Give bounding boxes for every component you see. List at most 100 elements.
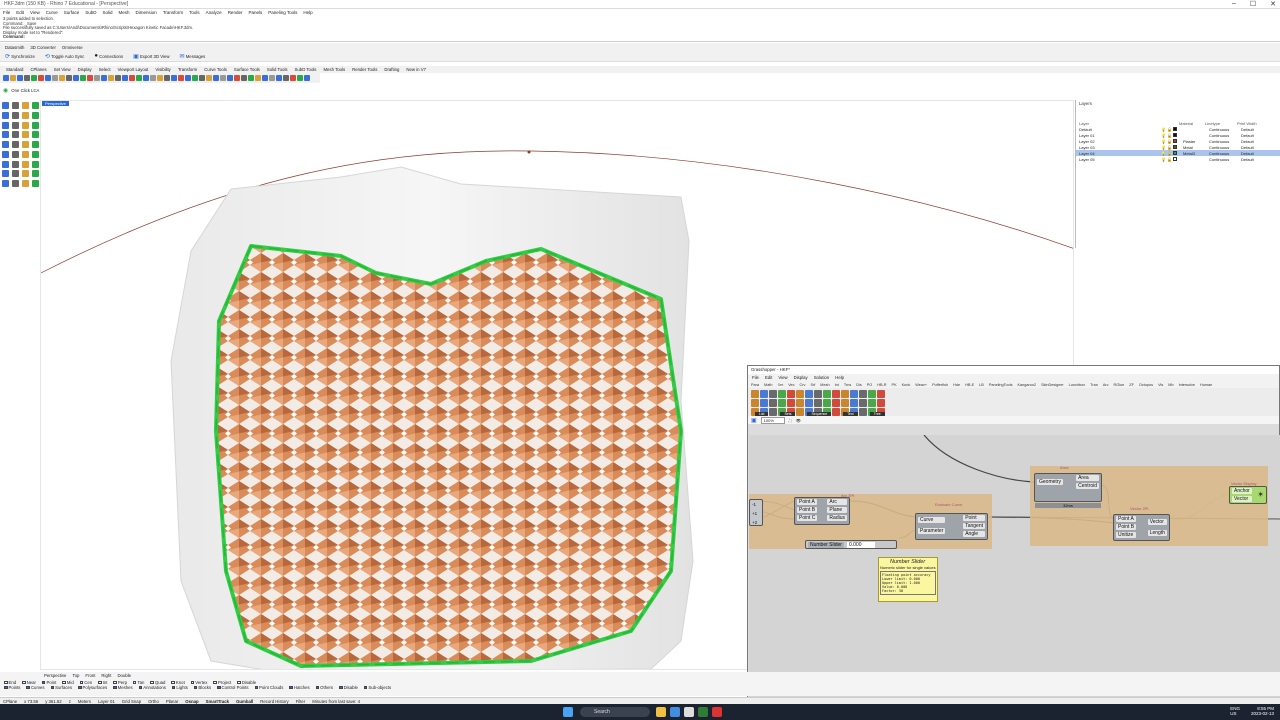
view-tab-top[interactable]: Top — [72, 673, 79, 678]
tab-visibility[interactable]: Visibility — [155, 67, 170, 72]
layer-color-swatch[interactable] — [1173, 151, 1177, 155]
filter-checkbox[interactable]: Hatches — [289, 685, 310, 690]
filter-checkbox[interactable]: Points — [4, 685, 20, 690]
gh-tab[interactable]: Human — [1200, 383, 1212, 387]
output-tangent[interactable]: Tangent — [963, 523, 985, 529]
minimize-icon[interactable]: – — [1232, 0, 1236, 8]
gh-component-icon[interactable] — [805, 390, 813, 398]
gh-tab[interactable]: Srf — [810, 383, 815, 387]
gh-tab[interactable]: LB — [979, 383, 984, 387]
status-item[interactable]: Osnap — [185, 699, 198, 704]
gh-tab[interactable]: Tran — [1090, 383, 1098, 387]
left-tool-icon[interactable] — [12, 180, 19, 188]
toolbar-tool-icon[interactable] — [17, 75, 23, 81]
gh-component-icon[interactable] — [769, 390, 777, 398]
input-point-c[interactable]: Point C — [797, 515, 818, 521]
menu-render[interactable]: Render — [228, 10, 243, 15]
status-item[interactable]: Filter — [296, 699, 306, 704]
toolbar-tool-icon[interactable] — [66, 75, 72, 81]
gh-component-icon[interactable] — [787, 399, 795, 407]
filter-checkbox[interactable]: Control Points — [217, 685, 249, 690]
toolbar-tool-icon[interactable] — [122, 75, 128, 81]
tab-viewport-layout[interactable]: Viewport Layout — [118, 67, 149, 72]
left-tool-icon[interactable] — [2, 141, 9, 149]
gh-component-icon[interactable] — [796, 399, 804, 407]
status-item[interactable]: Grid Snap — [122, 699, 141, 704]
tab-curve-tools[interactable]: Curve Tools — [204, 67, 227, 72]
tab-render-tools[interactable]: Render Tools — [352, 67, 377, 72]
gh-component-icon[interactable] — [751, 399, 759, 407]
gh-component-icon[interactable] — [778, 399, 786, 407]
gh-component-icon[interactable] — [841, 390, 849, 398]
gh-component-icon[interactable] — [760, 399, 768, 407]
gh-component-icon[interactable] — [796, 390, 804, 398]
gh-component-icon[interactable] — [778, 390, 786, 398]
gh-tab[interactable]: HB-E — [965, 383, 974, 387]
left-tool-icon[interactable] — [32, 102, 39, 109]
layer-color-swatch[interactable] — [1173, 127, 1177, 131]
tab-surface-tools[interactable]: Surface Tools — [234, 67, 260, 72]
edge-icon[interactable] — [670, 707, 680, 717]
zoom-fit-icon[interactable]: ⛶ — [789, 418, 792, 423]
input-geometry[interactable]: Geometry — [1037, 479, 1063, 485]
input-unitize[interactable]: Unitize — [1116, 532, 1137, 538]
tab-display[interactable]: Display — [78, 67, 92, 72]
gh-tab[interactable]: Pufferfish — [932, 383, 948, 387]
tab-standard[interactable]: Standard — [6, 67, 23, 72]
output-length[interactable]: Length — [1147, 530, 1167, 536]
layer-color-swatch[interactable] — [1173, 157, 1177, 161]
output-plane[interactable]: Plane — [827, 507, 847, 513]
left-tool-icon[interactable] — [22, 121, 29, 129]
gh-menu-file[interactable]: File — [752, 375, 759, 380]
vector-display-node[interactable]: Anchor Vector ✶ — [1229, 486, 1267, 504]
left-tool-icon[interactable] — [32, 121, 39, 129]
tab-select[interactable]: Select — [99, 67, 111, 72]
panel-values[interactable]: -1 +1 +2 — [749, 499, 763, 526]
grasshopper-icon[interactable] — [698, 707, 708, 717]
left-tool-icon[interactable] — [32, 150, 39, 158]
toolbar-tool-icon[interactable] — [38, 75, 44, 81]
filter-checkbox[interactable]: Meshes — [113, 685, 133, 690]
gh-component-icon[interactable] — [814, 390, 822, 398]
gh-tab[interactable]: Math — [764, 383, 772, 387]
toolbar-tool-icon[interactable] — [297, 75, 303, 81]
left-tool-icon[interactable] — [22, 141, 29, 149]
gh-tab[interactable]: Octopus — [1139, 383, 1153, 387]
output-vector[interactable]: Vector — [1147, 519, 1167, 525]
one-click-lca-label[interactable]: One Click LCA — [11, 88, 39, 93]
tab-new-in-v7[interactable]: New in V7 — [406, 67, 426, 72]
left-tool-icon[interactable] — [32, 111, 39, 119]
status-item[interactable]: Gumball — [236, 699, 253, 704]
toolbar-tool-icon[interactable] — [304, 75, 310, 81]
close-icon[interactable]: ✕ — [1270, 0, 1276, 8]
toolbar-tool-icon[interactable] — [10, 75, 16, 81]
gh-component-icon[interactable] — [841, 399, 849, 407]
lca-icon[interactable]: ◉ — [3, 87, 8, 94]
left-tool-icon[interactable] — [2, 170, 9, 178]
gh-component-icon[interactable] — [814, 399, 822, 407]
menu-curve[interactable]: Curve — [46, 10, 58, 15]
gh-tab[interactable]: PK — [892, 383, 897, 387]
toolbar-tool-icon[interactable] — [276, 75, 282, 81]
status-item[interactable]: Ortho — [148, 699, 159, 704]
preview-icon[interactable]: 👁 — [796, 418, 801, 423]
toggle-auto-sync-button[interactable]: ⟲ Toggle Auto Sync — [45, 53, 84, 60]
gh-component-icon[interactable] — [787, 390, 795, 398]
menu-mesh[interactable]: Mesh — [119, 10, 130, 15]
filter-checkbox[interactable]: Point Clouds — [254, 685, 283, 690]
gh-tab[interactable]: Kunk — [902, 383, 911, 387]
filter-checkbox[interactable]: Surfaces — [50, 685, 72, 690]
left-tool-icon[interactable] — [22, 150, 29, 158]
left-tool-icon[interactable] — [12, 111, 19, 119]
clock[interactable]: 8:55 PM 2023-02-13 — [1251, 706, 1274, 716]
gh-tab[interactable]: Arc — [1103, 383, 1109, 387]
menu-transform[interactable]: Transform — [163, 10, 183, 15]
menu-view[interactable]: View — [30, 10, 40, 15]
menu-dimension[interactable]: Dimension — [136, 10, 157, 15]
toolbar-tool-icon[interactable] — [157, 75, 163, 81]
gh-tab[interactable]: Lunchbox — [1069, 383, 1085, 387]
toolbar-tool-icon[interactable] — [192, 75, 198, 81]
toolbar-tool-icon[interactable] — [143, 75, 149, 81]
toolbar-tool-icon[interactable] — [283, 75, 289, 81]
gh-tab[interactable]: Vis — [1158, 383, 1163, 387]
